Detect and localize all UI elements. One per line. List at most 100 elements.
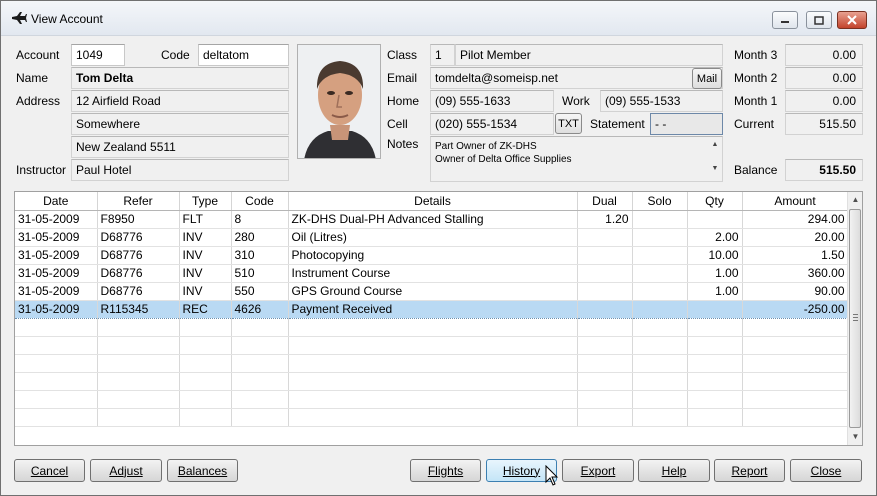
balance-field[interactable]: 515.50 (785, 159, 863, 181)
title-bar[interactable]: View Account (1, 1, 876, 36)
table-cell[interactable]: R115345 (97, 299, 180, 319)
table-row[interactable] (15, 372, 849, 391)
column-header[interactable]: Qty (687, 192, 743, 211)
table-cell[interactable] (231, 408, 289, 427)
table-cell[interactable]: INV (179, 228, 232, 247)
table-cell[interactable] (742, 354, 849, 373)
table-cell[interactable] (632, 246, 688, 265)
column-header[interactable]: Amount (742, 192, 849, 211)
balances-button[interactable]: Balances (167, 459, 238, 482)
table-cell[interactable]: 310 (231, 246, 289, 265)
table-cell[interactable]: 294.00 (742, 210, 849, 229)
table-cell[interactable] (632, 282, 688, 301)
table-cell[interactable] (97, 408, 180, 427)
table-cell[interactable] (632, 210, 688, 229)
table-cell[interactable]: INV (179, 264, 232, 283)
table-cell[interactable]: D68776 (97, 264, 180, 283)
table-cell[interactable] (687, 390, 743, 409)
table-cell[interactable]: D68776 (97, 282, 180, 301)
scroll-down-icon[interactable]: ▼ (848, 429, 863, 444)
table-cell[interactable] (179, 318, 232, 337)
report-button[interactable]: Report (714, 459, 785, 482)
column-header[interactable]: Type (179, 192, 232, 211)
table-cell[interactable] (15, 354, 98, 373)
table-cell[interactable]: 1.00 (687, 264, 743, 283)
address-line-2[interactable]: Somewhere (71, 113, 289, 135)
table-cell[interactable]: REC (179, 299, 232, 319)
scroll-up-icon[interactable]: ▲ (710, 140, 720, 150)
table-cell[interactable]: 31-05-2009 (15, 246, 98, 265)
table-cell[interactable]: INV (179, 246, 232, 265)
table-cell[interactable] (632, 354, 688, 373)
table-cell[interactable]: 10.00 (687, 246, 743, 265)
table-cell[interactable] (632, 264, 688, 283)
table-cell[interactable]: D68776 (97, 246, 180, 265)
address-line-1[interactable]: 12 Airfield Road (71, 90, 289, 112)
table-cell[interactable]: INV (179, 282, 232, 301)
table-cell[interactable]: F8950 (97, 210, 180, 229)
table-cell[interactable] (577, 390, 633, 409)
table-row[interactable] (15, 318, 849, 337)
table-cell[interactable] (288, 318, 578, 337)
table-cell[interactable] (231, 372, 289, 391)
table-cell[interactable]: 31-05-2009 (15, 228, 98, 247)
column-header[interactable]: Dual (577, 192, 633, 211)
instructor-field[interactable]: Paul Hotel (71, 159, 289, 181)
column-header[interactable]: Details (288, 192, 578, 211)
column-header[interactable]: Solo (632, 192, 688, 211)
table-cell[interactable]: Instrument Course (288, 264, 578, 283)
flights-button[interactable]: Flights (410, 459, 481, 482)
table-cell[interactable] (687, 354, 743, 373)
table-cell[interactable] (577, 336, 633, 355)
table-cell[interactable] (632, 299, 688, 319)
home-phone-field[interactable]: (09) 555-1633 (430, 90, 554, 112)
table-cell[interactable] (577, 282, 633, 301)
table-cell[interactable]: D68776 (97, 228, 180, 247)
table-row[interactable] (15, 336, 849, 355)
table-cell[interactable]: 280 (231, 228, 289, 247)
table-cell[interactable] (577, 264, 633, 283)
table-cell[interactable] (231, 318, 289, 337)
notes-scrollbar[interactable]: ▲ ▼ (710, 140, 720, 174)
table-cell[interactable] (288, 408, 578, 427)
table-cell[interactable] (288, 354, 578, 373)
table-cell[interactable] (577, 318, 633, 337)
mail-button[interactable]: Mail (692, 68, 722, 89)
table-cell[interactable] (179, 372, 232, 391)
table-cell[interactable] (687, 299, 743, 319)
close-window-button[interactable] (837, 11, 867, 29)
table-cell[interactable] (179, 408, 232, 427)
transactions-grid[interactable]: Date Refer Type Code Details Dual Solo Qty Amoun… (14, 191, 863, 446)
table-cell[interactable] (231, 354, 289, 373)
table-cell[interactable]: ZK-DHS Dual-PH Advanced Stalling (288, 210, 578, 229)
table-cell[interactable] (97, 372, 180, 391)
table-row[interactable]: 31-05-2009 D68776 INV 550 GPS Ground Course 1… (15, 282, 849, 301)
name-field[interactable]: Tom Delta (71, 67, 289, 89)
export-button[interactable]: Export (562, 459, 634, 482)
table-row[interactable] (15, 408, 849, 427)
table-cell[interactable]: 20.00 (742, 228, 849, 247)
table-cell[interactable]: Payment Received (288, 299, 578, 319)
scroll-thumb[interactable] (849, 209, 861, 428)
table-cell[interactable] (577, 354, 633, 373)
table-cell[interactable] (179, 354, 232, 373)
table-cell[interactable] (742, 372, 849, 391)
notes-field[interactable]: Part Owner of ZK-DHS Owner of Delta Offi… (430, 136, 723, 182)
table-cell[interactable] (742, 318, 849, 337)
table-cell[interactable] (15, 336, 98, 355)
table-cell[interactable] (742, 408, 849, 427)
txt-button[interactable]: TXT (555, 113, 582, 134)
month3-field[interactable]: 0.00 (785, 44, 863, 66)
table-cell[interactable] (577, 372, 633, 391)
table-cell[interactable] (632, 372, 688, 391)
column-header[interactable]: Code (231, 192, 289, 211)
table-cell[interactable]: Photocopying (288, 246, 578, 265)
table-cell[interactable] (687, 318, 743, 337)
table-cell[interactable]: 31-05-2009 (15, 299, 98, 319)
table-cell[interactable] (288, 336, 578, 355)
table-cell[interactable]: 31-05-2009 (15, 282, 98, 301)
table-cell[interactable]: 360.00 (742, 264, 849, 283)
table-cell[interactable] (179, 336, 232, 355)
table-cell[interactable] (577, 408, 633, 427)
table-cell[interactable] (687, 210, 743, 229)
